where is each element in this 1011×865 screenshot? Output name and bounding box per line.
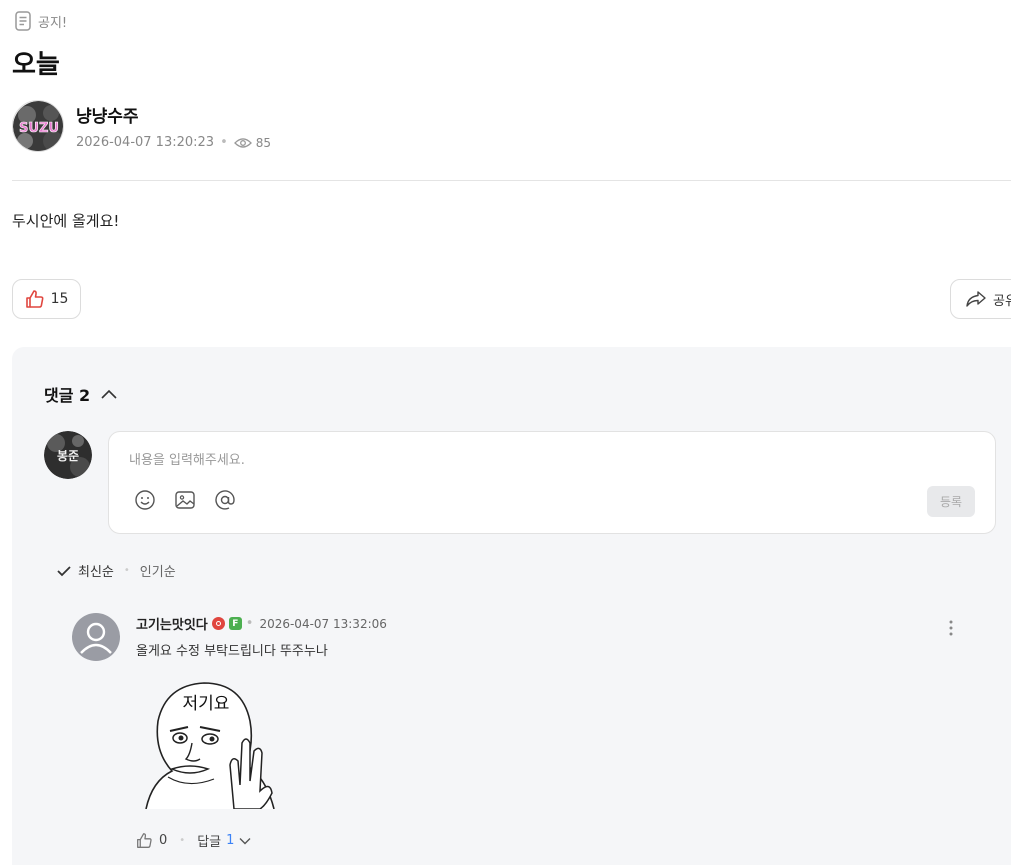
share-button[interactable]: 공유 xyxy=(950,279,1011,319)
chevron-up-icon xyxy=(101,389,117,399)
reply-count: 1 xyxy=(226,833,235,848)
comment-input-box[interactable]: 내용을 입력해주세요. 등록 xyxy=(108,431,996,534)
notice-label: 공지! xyxy=(38,15,68,31)
comment-header: 고기는맛잇다 F • 2026-04-07 13:32:06 xyxy=(136,614,387,633)
submit-button[interactable]: 등록 xyxy=(927,486,975,517)
at-sign-icon xyxy=(215,490,235,510)
eye-icon xyxy=(233,137,252,148)
document-icon xyxy=(15,11,31,31)
my-avatar-text: 봉준 xyxy=(57,449,79,463)
user-icon xyxy=(80,622,112,654)
sort-popular[interactable]: 인기순 xyxy=(140,561,176,580)
author-avatar-text: SUZU xyxy=(19,121,59,136)
smile-icon xyxy=(135,490,155,510)
more-options-icon[interactable] xyxy=(948,619,954,637)
thumbs-up-icon xyxy=(137,833,152,848)
emoji-button[interactable] xyxy=(134,489,156,511)
mention-button[interactable] xyxy=(214,489,236,511)
post-title: 오늘 xyxy=(12,50,60,80)
commenter-avatar[interactable] xyxy=(72,613,120,661)
share-icon xyxy=(966,291,986,307)
comment-text: 올게요 수정 부탁드립니다 뚜주누나 xyxy=(136,644,328,659)
sort-separator: • xyxy=(123,565,130,576)
view-count-value: 85 xyxy=(255,135,272,150)
meta-separator: • xyxy=(220,135,228,150)
sticker-text: 저기요 xyxy=(183,694,230,714)
sort-latest[interactable]: 최신순 xyxy=(56,561,114,580)
post-body: 두시안에 올게요! xyxy=(12,212,120,230)
grade-badge: F xyxy=(228,617,242,630)
comment-input[interactable]: 내용을 입력해주세요. xyxy=(129,449,245,468)
comment-actions: 0 • 답글 1 xyxy=(136,831,251,850)
author-block: SUZU 냥냥수주 2026-04-07 13:20:23 • 85 xyxy=(12,100,271,152)
comments-toggle[interactable]: 댓글 2 xyxy=(44,382,118,406)
meta-separator: • xyxy=(245,616,254,631)
author-avatar[interactable]: SUZU xyxy=(12,100,64,152)
comment-like-button[interactable]: 0 xyxy=(136,832,167,849)
post-divider xyxy=(12,180,1011,181)
image-button[interactable] xyxy=(174,489,196,511)
post-date: 2026-04-07 13:20:23 xyxy=(76,135,215,150)
notice-tag: 공지! xyxy=(14,11,67,31)
reply-toggle[interactable]: 답글 1 xyxy=(197,831,251,850)
comments-panel: 댓글 2 봉준 내용을 입력해주세요. 등록 최신순 • 인기순 고기는맛잇다 … xyxy=(12,347,1011,865)
share-label: 공유 xyxy=(993,293,1011,309)
like-button[interactable]: 15 xyxy=(12,279,81,319)
comment-like-count: 0 xyxy=(159,833,168,848)
view-count: 85 xyxy=(233,135,272,150)
check-icon xyxy=(57,565,71,576)
sort-bar: 최신순 • 인기순 xyxy=(56,561,176,580)
author-name[interactable]: 냥냥수주 xyxy=(76,102,271,127)
my-avatar: 봉준 xyxy=(44,431,92,479)
comments-count: 2 xyxy=(79,386,91,405)
reply-label: 답글 xyxy=(197,835,222,850)
sort-latest-label: 최신순 xyxy=(78,565,114,580)
image-icon xyxy=(175,491,195,509)
chevron-down-icon xyxy=(239,837,251,844)
comments-label: 댓글 xyxy=(44,386,74,405)
comment-date: 2026-04-07 13:32:06 xyxy=(259,616,387,631)
commenter-name[interactable]: 고기는맛잇다 xyxy=(136,614,208,633)
comment-sticker: 저기요 xyxy=(145,682,275,809)
like-count: 15 xyxy=(50,291,69,307)
action-separator: • xyxy=(179,835,186,846)
thumbs-up-icon xyxy=(25,290,44,308)
shield-badge-icon xyxy=(211,617,225,630)
